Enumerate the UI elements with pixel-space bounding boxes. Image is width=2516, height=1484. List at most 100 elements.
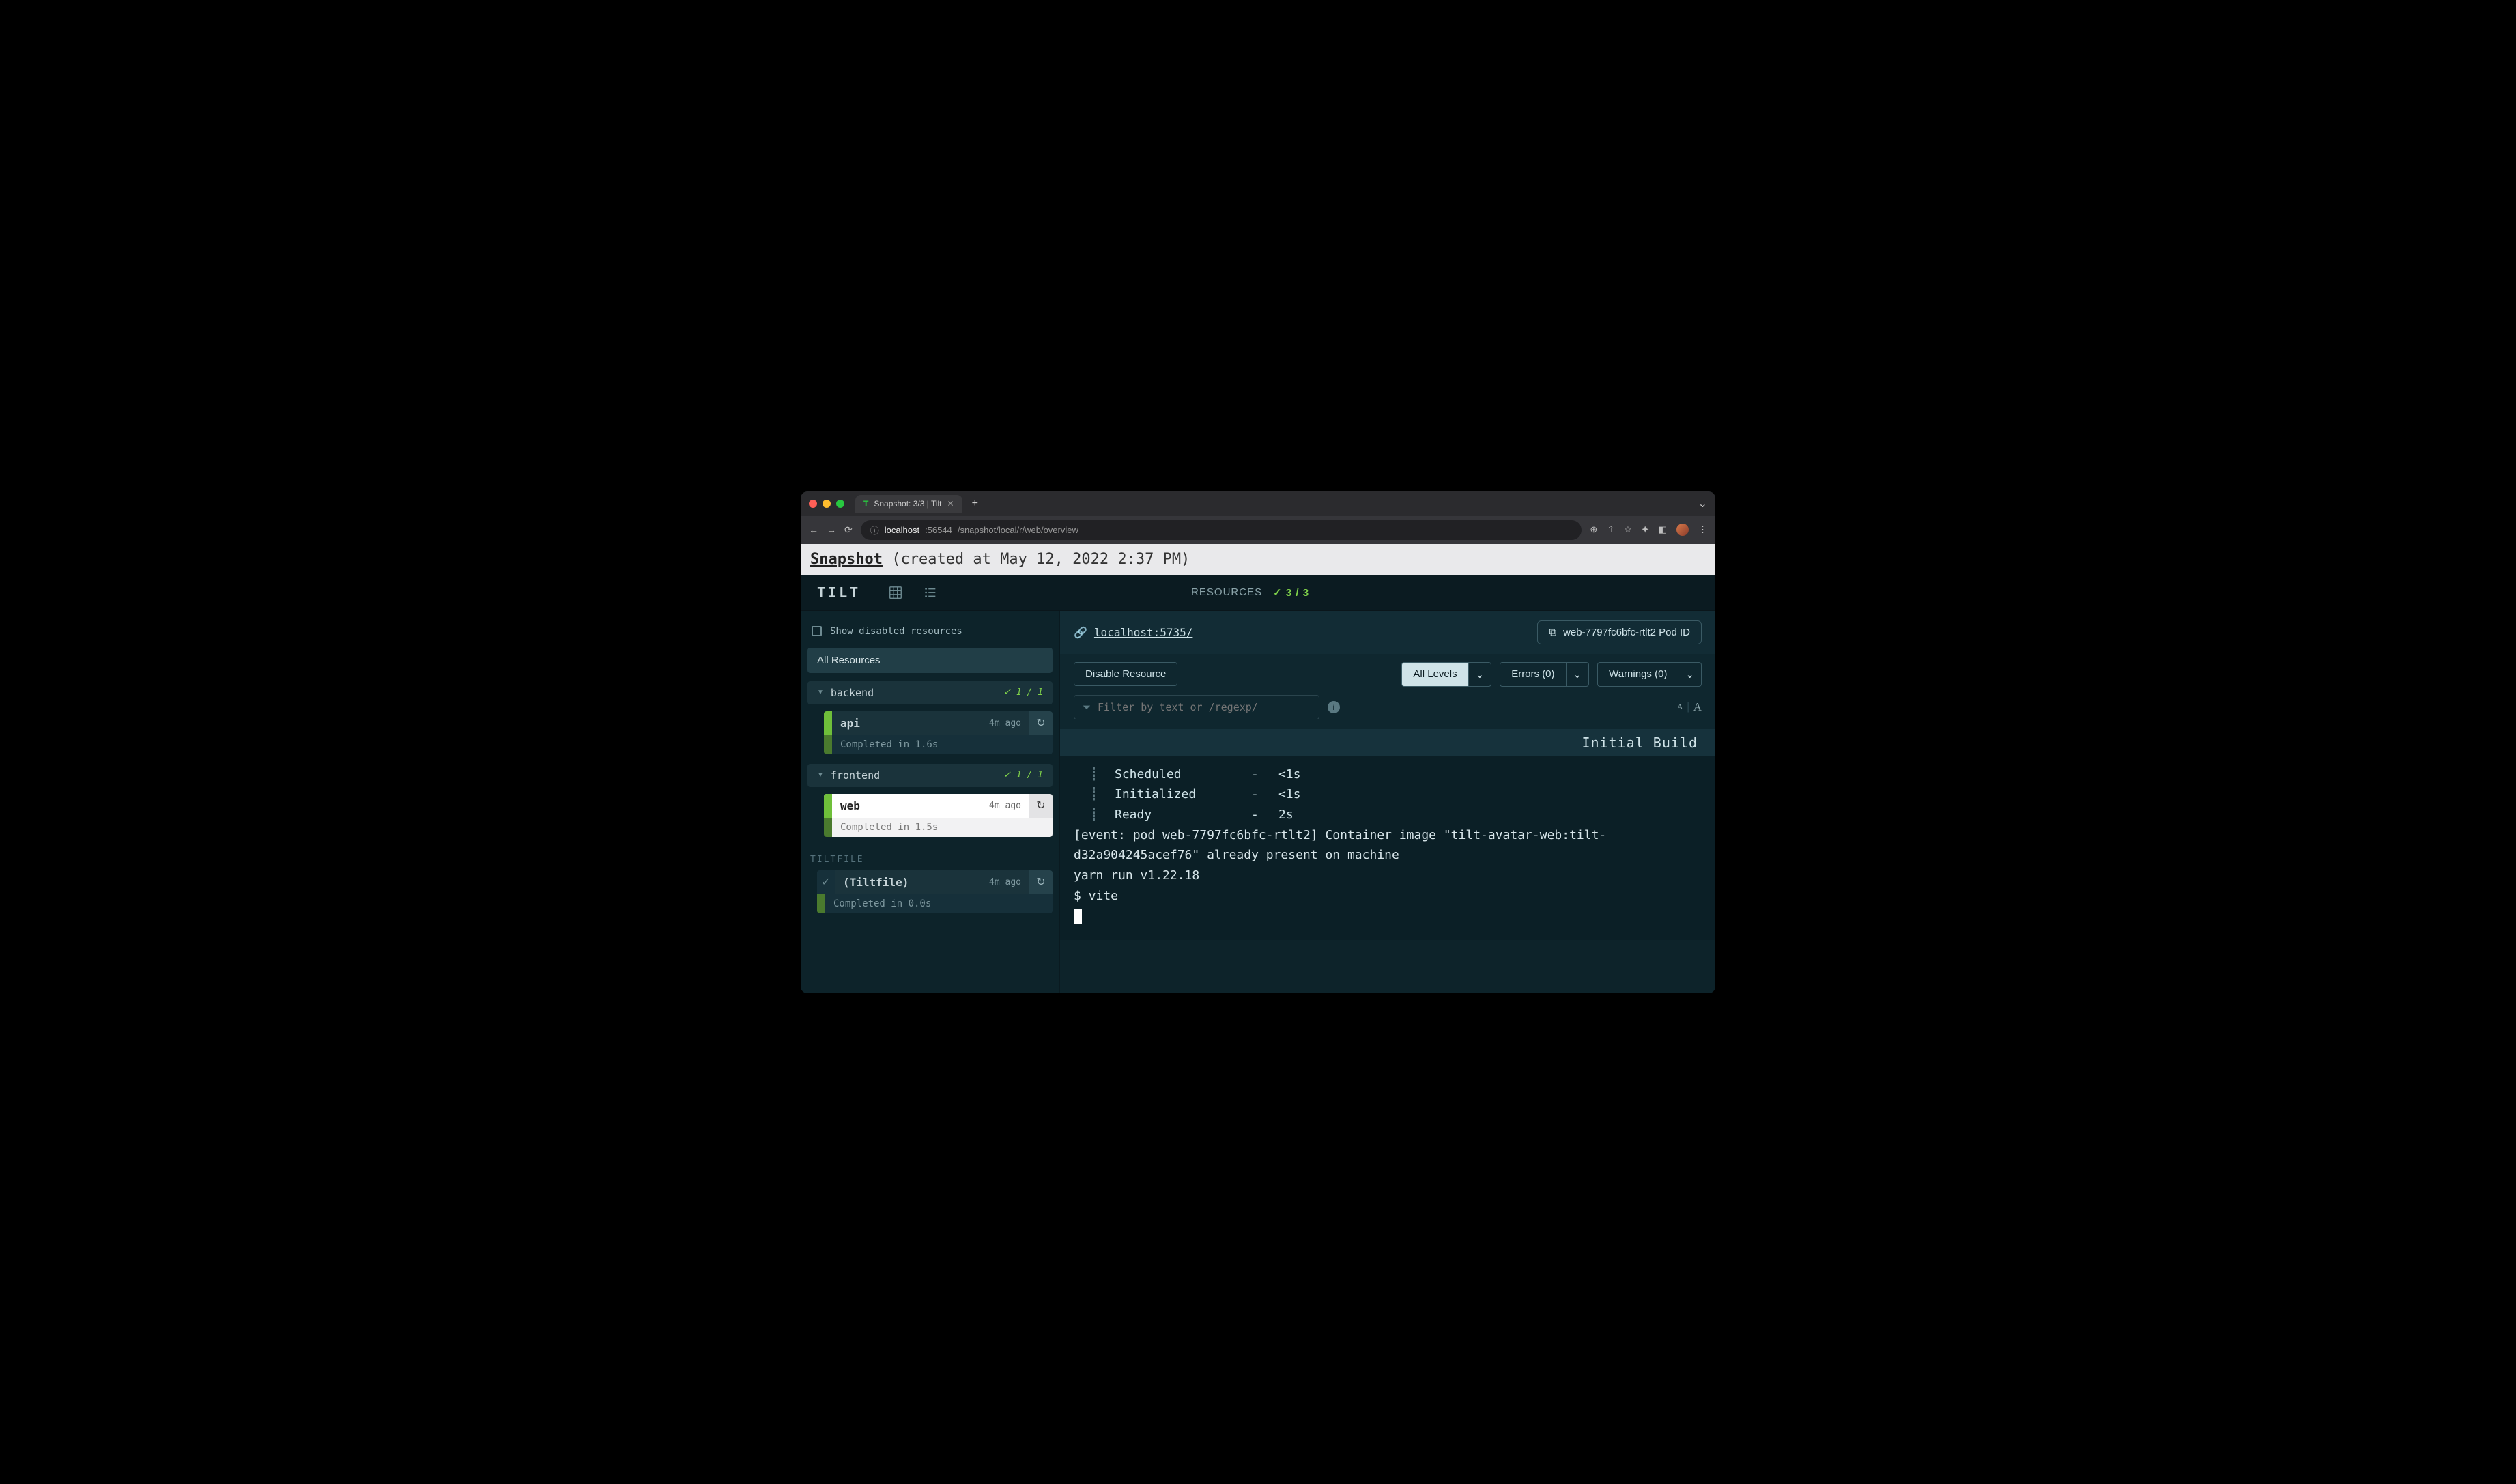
tilt-logo[interactable]: TILT: [817, 584, 861, 601]
log-line: yarn run v1.22.18: [1074, 866, 1702, 886]
panel-icon[interactable]: ◧: [1659, 524, 1667, 535]
errors-dropdown[interactable]: ⌄: [1566, 662, 1590, 687]
resource-item-tiltfile[interactable]: ✓ (Tiltfile) 4m ago ↻ Completed in 0.0s: [817, 870, 1053, 913]
tabs-menu-icon[interactable]: ⌄: [1698, 497, 1707, 511]
group-header-frontend[interactable]: ▼ frontend ✓ 1 / 1: [807, 764, 1053, 787]
all-levels-dropdown[interactable]: ⌄: [1468, 662, 1492, 687]
errors-group: Errors (0) ⌄: [1500, 662, 1589, 687]
checkbox-icon[interactable]: [812, 626, 822, 636]
forward-icon[interactable]: →: [827, 524, 836, 535]
info-icon[interactable]: i: [1328, 701, 1340, 713]
status-indicator: [817, 894, 825, 913]
log-cursor: [1074, 906, 1702, 926]
check-icon: ✓: [817, 870, 835, 894]
resource-name: api: [840, 717, 982, 730]
maximize-window-icon[interactable]: [836, 500, 844, 508]
tilt-header: TILT RESOURCES ✓ 3 / 3: [801, 575, 1715, 611]
errors-button[interactable]: Errors (0): [1500, 662, 1565, 687]
reload-icon[interactable]: ⟳: [844, 524, 853, 536]
content-header: 🔗 localhost:5735/ ⧉ web-7797fc6bfc-rtlt2…: [1060, 611, 1715, 654]
menu-icon[interactable]: ⋮: [1698, 524, 1707, 535]
new-tab-button[interactable]: +: [968, 498, 982, 510]
all-levels-button[interactable]: All Levels: [1401, 662, 1468, 687]
view-toggles: [888, 585, 938, 600]
window-controls: [809, 500, 844, 508]
all-levels-group: All Levels ⌄: [1401, 662, 1491, 687]
browser-chrome: T Snapshot: 3/3 | Tilt ✕ + ⌄ ← → ⟳ ⓘ loc…: [801, 491, 1715, 544]
log-line: ┊Ready-2s: [1074, 805, 1702, 825]
tiltfile-section-label: TILTFILE: [807, 846, 1053, 870]
resource-time: 4m ago: [989, 877, 1021, 887]
resource-item-api[interactable]: api 4m ago ↻ Completed in 1.6s: [824, 711, 1053, 754]
endpoint-link[interactable]: localhost:5735/: [1094, 626, 1193, 639]
url-port: :56544: [925, 525, 952, 535]
main-split: Show disabled resources All Resources ▼ …: [801, 611, 1715, 993]
back-icon[interactable]: ←: [809, 524, 818, 535]
sidebar: Show disabled resources All Resources ▼ …: [801, 611, 1060, 993]
status-indicator: [824, 818, 832, 837]
refresh-icon[interactable]: ↻: [1029, 870, 1053, 894]
separator: |: [1687, 701, 1689, 713]
app-window: T Snapshot: 3/3 | Tilt ✕ + ⌄ ← → ⟳ ⓘ loc…: [801, 491, 1715, 993]
log-line: ┊Scheduled-<1s: [1074, 765, 1702, 785]
status-indicator: [824, 735, 832, 754]
url-field[interactable]: ⓘ localhost:56544/snapshot/local/r/web/o…: [861, 520, 1582, 540]
profile-avatar-icon[interactable]: [1676, 524, 1689, 536]
close-tab-icon[interactable]: ✕: [947, 499, 954, 509]
link-icon: 🔗: [1074, 626, 1087, 639]
refresh-icon[interactable]: ↻: [1029, 794, 1053, 818]
pod-id-chip[interactable]: ⧉ web-7797fc6bfc-rtlt2 Pod ID: [1537, 620, 1702, 644]
filter-row: ⏷ i A | A: [1060, 695, 1715, 729]
snapshot-banner: Snapshot (created at May 12, 2022 2:37 P…: [801, 544, 1715, 575]
url-path: /snapshot/local/r/web/overview: [958, 525, 1078, 535]
pod-id-text: web-7797fc6bfc-rtlt2 Pod ID: [1563, 627, 1690, 638]
group-header-backend[interactable]: ▼ backend ✓ 1 / 1: [807, 681, 1053, 704]
share-icon[interactable]: ⇧: [1607, 524, 1614, 535]
all-resources-button[interactable]: All Resources: [807, 648, 1053, 673]
resource-name: web: [840, 799, 982, 812]
font-size-toggle: A | A: [1677, 700, 1702, 714]
bookmark-icon[interactable]: ☆: [1624, 524, 1632, 535]
resource-status: Completed in 0.0s: [825, 894, 1053, 913]
resource-item-web[interactable]: web 4m ago ↻ Completed in 1.5s: [824, 794, 1053, 837]
site-info-icon[interactable]: ⓘ: [870, 524, 879, 537]
disable-resource-button[interactable]: Disable Resource: [1074, 662, 1177, 686]
endpoint: 🔗 localhost:5735/: [1074, 626, 1192, 639]
tilt-favicon-icon: T: [863, 499, 868, 509]
refresh-icon[interactable]: ↻: [1029, 711, 1053, 735]
log-toolbar: Disable Resource All Levels ⌄ Errors (0)…: [1060, 654, 1715, 695]
extensions-icon[interactable]: ✦: [1642, 524, 1649, 535]
filter-input-wrap[interactable]: ⏷: [1074, 695, 1319, 719]
minimize-window-icon[interactable]: [823, 500, 831, 508]
group-count: ✓ 1 / 1: [1003, 770, 1043, 780]
zoom-icon[interactable]: ⊕: [1590, 524, 1597, 535]
copy-icon: ⧉: [1549, 627, 1556, 638]
resources-count: ✓ 3 / 3: [1273, 586, 1309, 599]
snapshot-label[interactable]: Snapshot: [810, 551, 883, 568]
level-filters: All Levels ⌄ Errors (0) ⌄ Warnings (0) ⌄: [1401, 662, 1702, 687]
filter-input[interactable]: [1098, 701, 1311, 713]
warnings-dropdown[interactable]: ⌄: [1678, 662, 1702, 687]
resource-status: Completed in 1.5s: [832, 818, 1053, 837]
font-small-icon[interactable]: A: [1677, 702, 1683, 712]
warnings-group: Warnings (0) ⌄: [1597, 662, 1702, 687]
build-banner: Initial Build: [1060, 729, 1715, 756]
group-count: ✓ 1 / 1: [1003, 687, 1043, 698]
font-large-icon[interactable]: A: [1693, 700, 1702, 714]
log-line: [event: pod web-7797fc6bfc-rtlt2] Contai…: [1074, 825, 1702, 866]
status-indicator: [824, 711, 832, 735]
chevron-down-icon: ▼: [817, 689, 824, 696]
resource-time: 4m ago: [989, 718, 1021, 728]
resource-time: 4m ago: [989, 801, 1021, 811]
resource-name: (Tiltfile): [843, 876, 982, 889]
list-view-icon[interactable]: [923, 585, 938, 600]
warnings-button[interactable]: Warnings (0): [1597, 662, 1678, 687]
filter-icon: ⏷: [1083, 701, 1091, 713]
close-window-icon[interactable]: [809, 500, 817, 508]
browser-tab[interactable]: T Snapshot: 3/3 | Tilt ✕: [855, 495, 962, 513]
tab-bar: T Snapshot: 3/3 | Tilt ✕ + ⌄: [801, 491, 1715, 516]
chevron-down-icon: ▼: [817, 771, 824, 779]
show-disabled-toggle[interactable]: Show disabled resources: [807, 623, 1053, 648]
grid-view-icon[interactable]: [888, 585, 903, 600]
log-output: ┊Scheduled-<1s ┊Initialized-<1s ┊Ready-2…: [1060, 756, 1715, 941]
